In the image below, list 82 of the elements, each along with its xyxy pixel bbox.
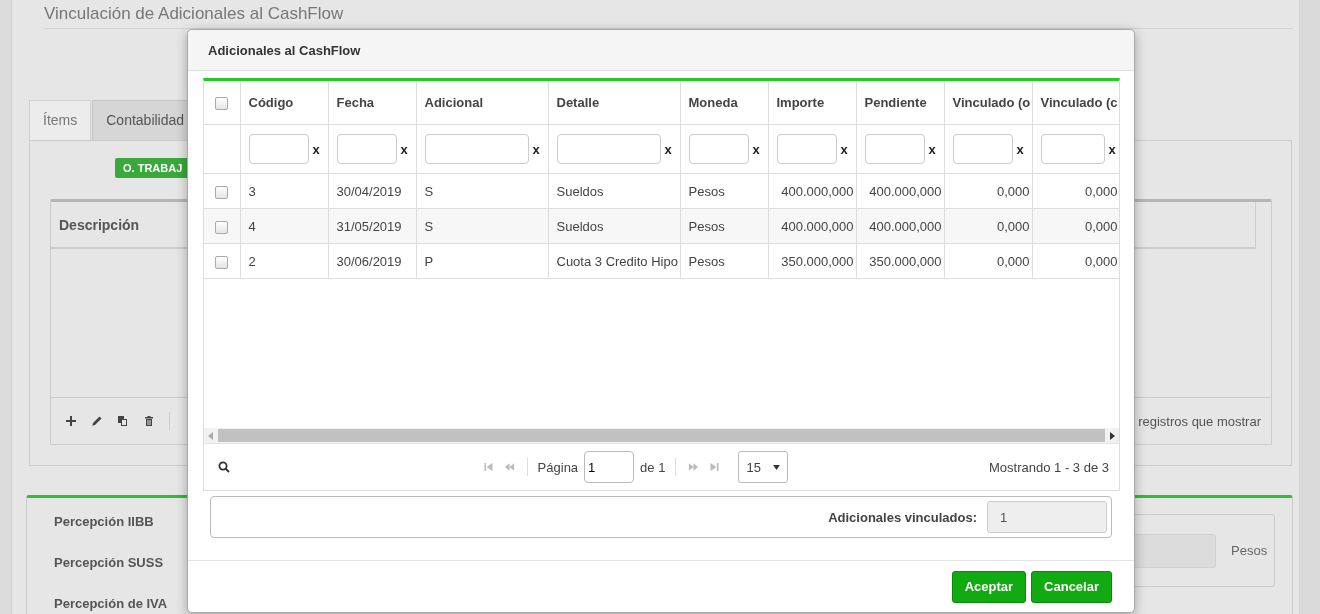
filter-field[interactable] <box>776 134 837 164</box>
column-header[interactable]: Detalle <box>556 95 600 110</box>
table-cell: 31/05/2019 <box>336 218 402 234</box>
table-cell: 0,000 <box>1084 183 1118 199</box>
table-cell: 30/06/2019 <box>336 253 402 269</box>
clear-filter-button[interactable]: x <box>840 141 848 157</box>
previous-page-icon[interactable] <box>503 462 515 472</box>
clear-filter-button[interactable]: x <box>928 141 936 157</box>
column-header: Descripción <box>59 216 140 233</box>
select-all-checkbox[interactable] <box>215 97 229 111</box>
last-page-icon[interactable] <box>709 462 721 472</box>
table-cell: 400.000,000 <box>781 183 854 199</box>
copy-icon[interactable] <box>117 415 129 427</box>
table-cell: Pesos <box>688 183 725 199</box>
table-cell: 4 <box>248 218 256 234</box>
clear-filter-button[interactable]: x <box>1108 141 1116 157</box>
currency-label: Pesos <box>1231 543 1268 558</box>
page-size-select[interactable]: 15 <box>738 451 789 483</box>
clear-filter-button[interactable]: x <box>400 141 408 157</box>
clear-filter-button[interactable]: x <box>664 141 672 157</box>
table-cell: 0,000 <box>996 183 1030 199</box>
row-checkbox[interactable] <box>215 255 229 269</box>
field-label: Percepción SUSS <box>54 555 165 570</box>
clear-filter-button[interactable]: x <box>312 141 320 157</box>
table-cell: Pesos <box>688 253 725 269</box>
table-cell: 3 <box>248 183 256 199</box>
column-header[interactable]: Moneda <box>688 95 738 110</box>
filter-field[interactable] <box>864 134 925 164</box>
filter-field[interactable] <box>336 134 397 164</box>
table-cell: Pesos <box>688 218 725 234</box>
table-cell: Sueldos <box>556 218 604 234</box>
table-cell: P <box>424 253 434 269</box>
scroll-left-icon[interactable] <box>208 431 214 440</box>
field-label: Percepción de IVA <box>54 596 168 611</box>
clear-filter-button[interactable]: x <box>752 141 760 157</box>
record-count: Mostrando 1 - 3 de 3 <box>989 459 1109 475</box>
table-cell: 0,000 <box>1084 218 1118 234</box>
table-cell: 400.000,000 <box>869 218 942 234</box>
column-header[interactable]: Adicional <box>424 95 483 110</box>
table-cell: 30/04/2019 <box>336 183 402 199</box>
row-checkbox[interactable] <box>215 220 229 234</box>
next-page-icon[interactable] <box>688 462 700 472</box>
table-cell: Sueldos <box>556 183 604 199</box>
clear-filter-button[interactable]: x <box>532 141 540 157</box>
field-label: Percepción IIBB <box>54 514 155 529</box>
page-count: de 1 <box>640 459 666 475</box>
clear-filter-button[interactable]: x <box>1016 141 1024 157</box>
column-header[interactable]: Fecha <box>336 95 375 110</box>
table-cell: 400.000,000 <box>781 218 854 234</box>
table-cell: S <box>424 183 434 199</box>
table-cell: 350.000,000 <box>869 253 942 269</box>
scroll-right-icon[interactable] <box>1109 431 1115 440</box>
filter-field[interactable] <box>1040 134 1105 164</box>
table-cell: 0,000 <box>1084 253 1118 269</box>
tab[interactable]: Ítems <box>29 100 92 140</box>
column-header[interactable]: Importe <box>776 95 825 110</box>
table-cell: 400.000,000 <box>869 183 942 199</box>
table-cell: Cuota 3 Credito Hipo <box>556 253 678 269</box>
filter-field[interactable] <box>952 134 1013 164</box>
table-cell: 350.000,000 <box>781 253 854 269</box>
filter-field[interactable] <box>556 134 661 164</box>
filter-field[interactable] <box>424 134 529 164</box>
page-field[interactable]: 1 <box>584 451 635 483</box>
table-cell: 0,000 <box>996 218 1030 234</box>
column-header[interactable]: Código <box>248 95 294 110</box>
add-icon[interactable] <box>65 415 77 427</box>
page-label: Página <box>537 459 579 475</box>
pencil-icon[interactable] <box>91 415 103 427</box>
table-cell: 2 <box>248 253 256 269</box>
scrollbar-thumb[interactable] <box>218 429 1105 442</box>
trash-icon[interactable] <box>143 415 155 427</box>
table-cell: S <box>424 218 434 234</box>
dialog-title: Adicionales al CashFlow <box>208 42 361 58</box>
search-icon[interactable] <box>218 461 230 473</box>
filter-field[interactable] <box>248 134 309 164</box>
caret-icon <box>773 464 781 470</box>
first-page-icon[interactable] <box>482 462 494 472</box>
filter-field[interactable] <box>688 134 749 164</box>
table-cell: 0,000 <box>996 253 1030 269</box>
row-checkbox[interactable] <box>215 185 229 199</box>
field-label: Adicionales vinculados: <box>828 509 977 525</box>
pager-info: registros que mostrar <box>1138 413 1262 429</box>
